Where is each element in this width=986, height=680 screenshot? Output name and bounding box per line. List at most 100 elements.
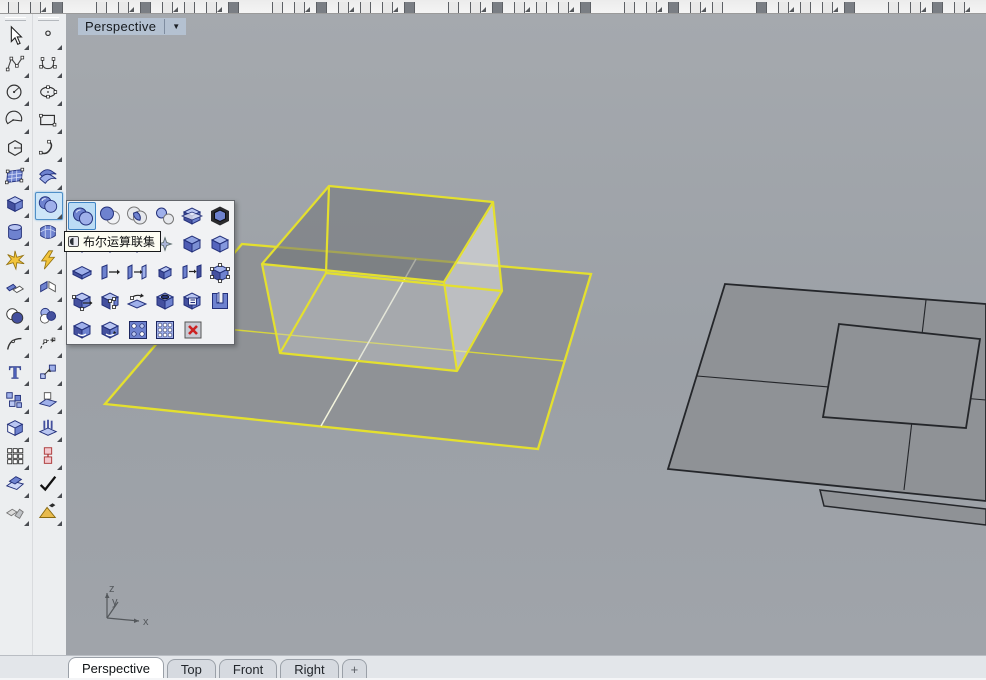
tool-point[interactable] xyxy=(36,24,62,50)
view-tab-top[interactable]: Top xyxy=(167,659,216,680)
tool-cylinder[interactable] xyxy=(3,220,29,246)
cropped-toolbar-icon[interactable] xyxy=(558,2,569,14)
tool-loft[interactable] xyxy=(36,164,62,190)
tool-trim[interactable] xyxy=(3,276,29,302)
cropped-toolbar-icon[interactable] xyxy=(316,2,327,14)
tool-circle[interactable] xyxy=(3,80,29,106)
flyout-tool-fillet-edge[interactable] xyxy=(68,316,96,344)
tool-hatch[interactable] xyxy=(36,416,62,442)
flyout-tool-u-channel[interactable] xyxy=(206,287,234,315)
flyout-tool-cube-points[interactable] xyxy=(206,259,234,287)
cropped-toolbar-icon[interactable] xyxy=(712,2,723,14)
cropped-toolbar-icon[interactable] xyxy=(470,2,481,14)
cropped-toolbar-icon[interactable] xyxy=(272,2,283,14)
flyout-tool-panel-face[interactable] xyxy=(178,287,206,315)
flyout-tool-rotate-face[interactable] xyxy=(123,287,151,315)
tool-orient[interactable] xyxy=(36,388,62,414)
tool-linked-block[interactable] xyxy=(36,444,62,470)
cropped-toolbar-icon[interactable] xyxy=(844,2,855,14)
tool-text[interactable]: T xyxy=(3,360,29,386)
cropped-toolbar-icon[interactable] xyxy=(690,2,701,14)
viewport-title[interactable]: Perspective ▼ xyxy=(78,18,186,35)
selected-box-wireframe[interactable] xyxy=(262,186,502,371)
tool-ellipse[interactable] xyxy=(36,80,62,106)
cropped-toolbar-icon[interactable] xyxy=(932,2,943,14)
cropped-toolbar-icon[interactable] xyxy=(954,2,965,14)
flyout-tool-slab[interactable] xyxy=(68,259,96,287)
toolbar-grip[interactable] xyxy=(5,17,26,21)
cropped-toolbar-icon[interactable] xyxy=(162,2,173,14)
flyout-tool-move-face[interactable] xyxy=(178,259,206,287)
tool-gold-cone[interactable] xyxy=(36,500,62,526)
cropped-toolbar-icon[interactable] xyxy=(492,2,503,14)
flyout-tool-hole-face[interactable] xyxy=(151,287,179,315)
cropped-toolbar-icon[interactable] xyxy=(52,2,63,14)
cropped-toolbar-icon[interactable] xyxy=(360,2,371,14)
flyout-tool-delete-hole[interactable] xyxy=(179,316,207,344)
tool-drape[interactable] xyxy=(36,220,62,246)
cropped-toolbar-icon[interactable] xyxy=(228,2,239,14)
cropped-toolbar-icon[interactable] xyxy=(624,2,635,14)
flyout-tool-holes-grid[interactable] xyxy=(124,316,152,344)
flyout-tool-extrude-face[interactable] xyxy=(96,259,124,287)
view-tab-perspective[interactable]: Perspective xyxy=(68,657,164,680)
flyout-tool-boolean-difference[interactable] xyxy=(96,202,124,230)
tool-rectangle[interactable] xyxy=(36,108,62,134)
add-view-tab[interactable]: + xyxy=(342,659,368,680)
flyout-tool-holes-grid-dense[interactable] xyxy=(151,316,179,344)
cropped-toolbar-icon[interactable] xyxy=(30,2,41,14)
flyout-tool-extrude-face-tapered[interactable] xyxy=(123,259,151,287)
tool-select[interactable] xyxy=(3,24,29,50)
view-tab-front[interactable]: Front xyxy=(219,659,277,680)
flyout-tool-cut-corner[interactable] xyxy=(96,287,124,315)
flyout-tool-boolean-split[interactable] xyxy=(151,202,179,230)
tool-arc-blend[interactable] xyxy=(36,332,62,358)
cropped-toolbar-icon[interactable] xyxy=(338,2,349,14)
tool-check-select[interactable] xyxy=(36,472,62,498)
tool-circle-boolean[interactable] xyxy=(36,304,62,330)
cropped-toolbar-icon[interactable] xyxy=(580,2,591,14)
flyout-tool-cube-solid[interactable] xyxy=(206,230,234,258)
cropped-toolbar-icon[interactable] xyxy=(140,2,151,14)
tool-split[interactable] xyxy=(36,276,62,302)
gray-planes-object[interactable] xyxy=(668,284,986,525)
cropped-toolbar-icon[interactable] xyxy=(294,2,305,14)
tool-array[interactable] xyxy=(3,444,29,470)
tool-unroll[interactable] xyxy=(3,500,29,526)
cropped-toolbar-icon[interactable] xyxy=(536,2,547,14)
tool-blend-curve[interactable] xyxy=(3,332,29,358)
cropped-toolbar-icon[interactable] xyxy=(96,2,107,14)
tool-cutplane[interactable] xyxy=(3,472,29,498)
cropped-toolbar-icon[interactable] xyxy=(778,2,789,14)
tool-explode[interactable] xyxy=(3,248,29,274)
cropped-toolbar-icon[interactable] xyxy=(206,2,217,14)
tool-curve-through-points[interactable] xyxy=(36,52,62,78)
tool-curve-boolean[interactable] xyxy=(3,304,29,330)
cropped-toolbar-icon[interactable] xyxy=(514,2,525,14)
cropped-toolbar-icon[interactable] xyxy=(448,2,459,14)
tool-control-point-curve[interactable] xyxy=(3,52,29,78)
toolbar-grip[interactable] xyxy=(38,17,59,21)
tool-arc[interactable] xyxy=(3,108,29,134)
tool-box[interactable] xyxy=(3,192,29,218)
flyout-tool-fillet-edge-var[interactable] xyxy=(96,316,124,344)
cropped-toolbar-icon[interactable] xyxy=(800,2,811,14)
cropped-toolbar-icon[interactable] xyxy=(404,2,415,14)
tool-block[interactable] xyxy=(3,388,29,414)
tool-polygon[interactable] xyxy=(3,136,29,162)
view-tab-right[interactable]: Right xyxy=(280,659,338,680)
flyout-tool-solid-piece[interactable] xyxy=(151,259,179,287)
viewport-title-label[interactable]: Perspective xyxy=(85,19,156,34)
cropped-toolbar-icon[interactable] xyxy=(184,2,195,14)
tool-extract-surface[interactable] xyxy=(3,416,29,442)
flyout-tool-boolean-union[interactable] xyxy=(68,202,96,230)
tool-boolean-union[interactable] xyxy=(35,192,63,220)
cropped-toolbar-icon[interactable] xyxy=(668,2,679,14)
cropped-toolbar-icon[interactable] xyxy=(118,2,129,14)
flyout-tool-cube-shade[interactable] xyxy=(178,230,206,258)
cropped-toolbar-icon[interactable] xyxy=(646,2,657,14)
flyout-tool-cage-edit[interactable] xyxy=(206,202,234,230)
flyout-tool-boolean-intersection[interactable] xyxy=(123,202,151,230)
cropped-toolbar-icon[interactable] xyxy=(888,2,899,14)
cropped-toolbar-icon[interactable] xyxy=(756,2,767,14)
